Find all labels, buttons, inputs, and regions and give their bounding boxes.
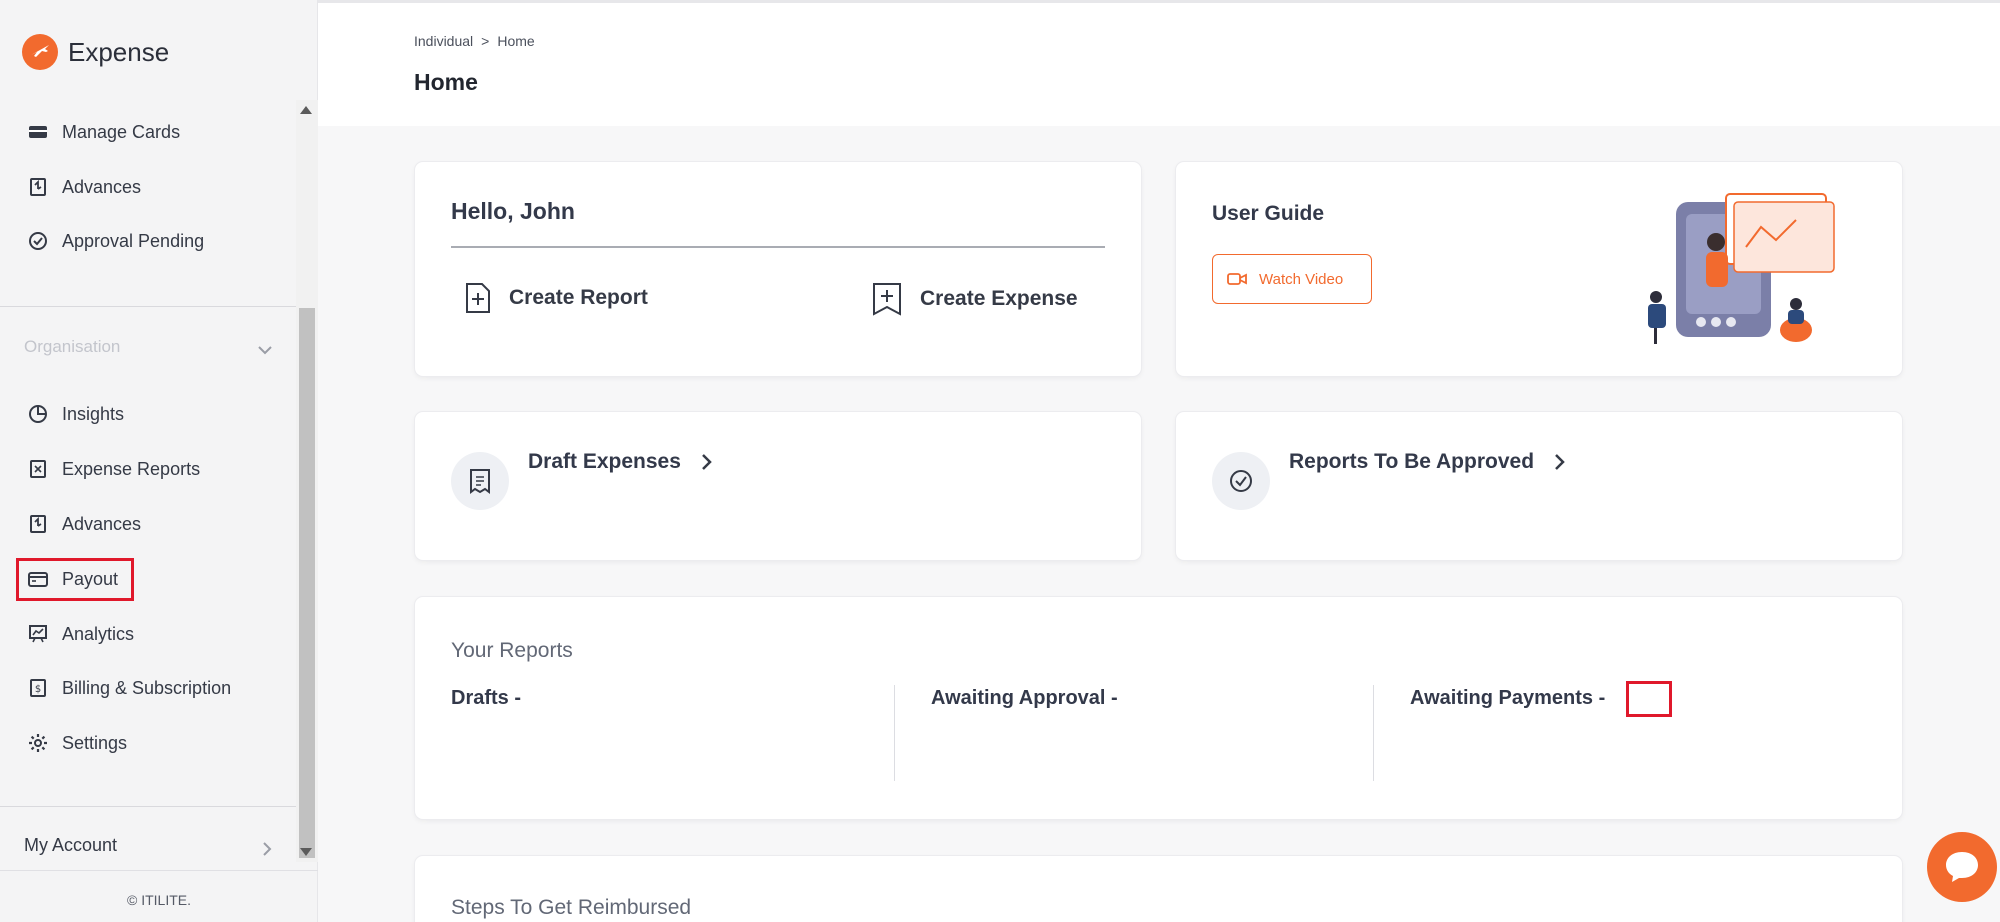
pie-chart-icon — [29, 405, 47, 423]
create-report-label: Create Report — [509, 286, 648, 309]
awaiting-approval-count[interactable]: Awaiting Approval - — [931, 687, 1118, 710]
add-document-icon — [466, 283, 490, 313]
user-guide-title: User Guide — [1212, 202, 1325, 225]
sidebar: Expense Manage Cards Advances Approval P… — [0, 0, 318, 922]
page-header: Individual > Home Home — [318, 3, 2000, 126]
report-icon — [30, 460, 46, 478]
sidebar-item-label: Manage Cards — [62, 121, 181, 142]
sidebar-item-label: Expense Reports — [62, 458, 201, 479]
sidebar-item-label: Billing & Subscription — [62, 677, 232, 698]
advance-receipt-icon — [30, 515, 46, 533]
sidebar-item-insights[interactable]: Insights — [28, 398, 124, 430]
section-divider — [0, 306, 296, 307]
sidebar-item-label: Settings — [62, 732, 128, 753]
greeting-text: Hello, John — [451, 198, 575, 224]
create-expense-label: Create Expense — [920, 287, 1078, 310]
sidebar-item-billing[interactable]: $ Billing & Subscription — [28, 672, 231, 704]
reports-to-be-approved-card[interactable]: Reports To Be Approved — [1176, 412, 1902, 560]
app-name: Expense — [68, 36, 170, 67]
awaiting-payments-count[interactable]: Awaiting Payments - — [1410, 687, 1605, 710]
sidebar-item-label: Approval Pending — [62, 230, 205, 251]
watch-video-label: Watch Video — [1259, 270, 1344, 288]
reports-to-be-approved-label: Reports To Be Approved — [1289, 450, 1535, 473]
hello-card: Hello, John Create Report Create Expense — [415, 162, 1141, 376]
sidebar-item-label: Insights — [62, 403, 125, 424]
reports-to-be-approved-link[interactable]: Reports To Be Approved — [1289, 450, 1566, 474]
page-title: Home — [414, 69, 478, 95]
create-report-button[interactable]: Create Report — [465, 282, 648, 314]
receipt-icon — [451, 452, 509, 510]
analytics-board-icon — [29, 625, 47, 643]
create-expense-button[interactable]: Create Expense — [872, 282, 1078, 316]
advance-receipt-icon — [30, 178, 46, 196]
awaiting-payments-highlight-box — [1626, 681, 1672, 717]
payout-highlight-box — [16, 558, 134, 601]
draft-expenses-label: Draft Expenses — [528, 450, 681, 473]
chat-bubble-icon — [1946, 852, 1978, 882]
sidebar-item-settings[interactable]: Settings — [28, 727, 127, 759]
chevron-right-icon — [1555, 454, 1565, 470]
sidebar-item-label: Analytics — [62, 623, 135, 644]
video-camera-icon — [1227, 273, 1247, 285]
steps-title: Steps To Get Reimbursed — [451, 896, 692, 919]
user-guide-illustration-icon — [1648, 193, 1835, 344]
sidebar-item-label: Advances — [62, 176, 142, 197]
breadcrumb: Individual > Home — [414, 33, 535, 49]
billing-icon: $ — [30, 679, 46, 697]
chevron-right-icon[interactable] — [262, 842, 272, 861]
watch-video-button[interactable]: Watch Video — [1212, 254, 1372, 304]
chevron-down-icon[interactable] — [258, 342, 272, 360]
copyright-text: © ITILITE. — [127, 892, 191, 908]
section-title-organisation[interactable]: Organisation — [24, 337, 120, 357]
sidebar-item-manage-cards[interactable]: Manage Cards — [28, 116, 180, 148]
section-divider — [0, 806, 296, 807]
user-guide-card: User Guide Watch Video — [1176, 162, 1902, 376]
scroll-down-arrow-icon[interactable] — [300, 848, 312, 856]
chat-support-button[interactable] — [1927, 832, 1997, 902]
svg-text:$: $ — [35, 684, 41, 695]
sidebar-item-org-advances[interactable]: Advances — [28, 508, 141, 540]
greeting-divider — [451, 246, 1105, 248]
plane-logo-icon — [22, 34, 58, 70]
your-reports-card: Your Reports Drafts - Awaiting Approval … — [415, 597, 1902, 819]
breadcrumb-individual[interactable]: Individual — [414, 33, 473, 49]
sidebar-item-label: Advances — [62, 513, 142, 534]
chevron-right-icon — [702, 454, 712, 470]
check-circle-icon — [29, 232, 47, 250]
draft-expenses-link[interactable]: Draft Expenses — [528, 450, 713, 474]
scroll-up-arrow-icon[interactable] — [300, 106, 312, 114]
drafts-count[interactable]: Drafts - — [451, 687, 521, 710]
sidebar-item-analytics[interactable]: Analytics — [28, 618, 134, 650]
breadcrumb-home: Home — [497, 33, 535, 49]
my-account-link[interactable]: My Account — [24, 835, 117, 856]
your-reports-title: Your Reports — [451, 639, 573, 662]
gear-icon — [29, 734, 47, 752]
add-receipt-icon — [873, 283, 901, 316]
sidebar-item-advances[interactable]: Advances — [28, 171, 141, 203]
sidebar-item-approval-pending[interactable]: Approval Pending — [28, 225, 204, 257]
draft-expenses-card[interactable]: Draft Expenses — [415, 412, 1141, 560]
footer-divider — [0, 870, 318, 871]
sidebar-item-expense-reports[interactable]: Expense Reports — [28, 453, 200, 485]
app-logo[interactable]: Expense — [22, 34, 169, 70]
column-divider — [1373, 685, 1374, 781]
check-circle-icon — [1212, 452, 1270, 510]
breadcrumb-separator: > — [481, 33, 490, 49]
steps-to-get-reimbursed-card: Steps To Get Reimbursed — [415, 856, 1902, 922]
scrollbar-thumb[interactable] — [299, 308, 315, 858]
card-icon — [29, 126, 47, 138]
column-divider — [894, 685, 895, 781]
sidebar-scrollbar[interactable] — [296, 100, 318, 862]
